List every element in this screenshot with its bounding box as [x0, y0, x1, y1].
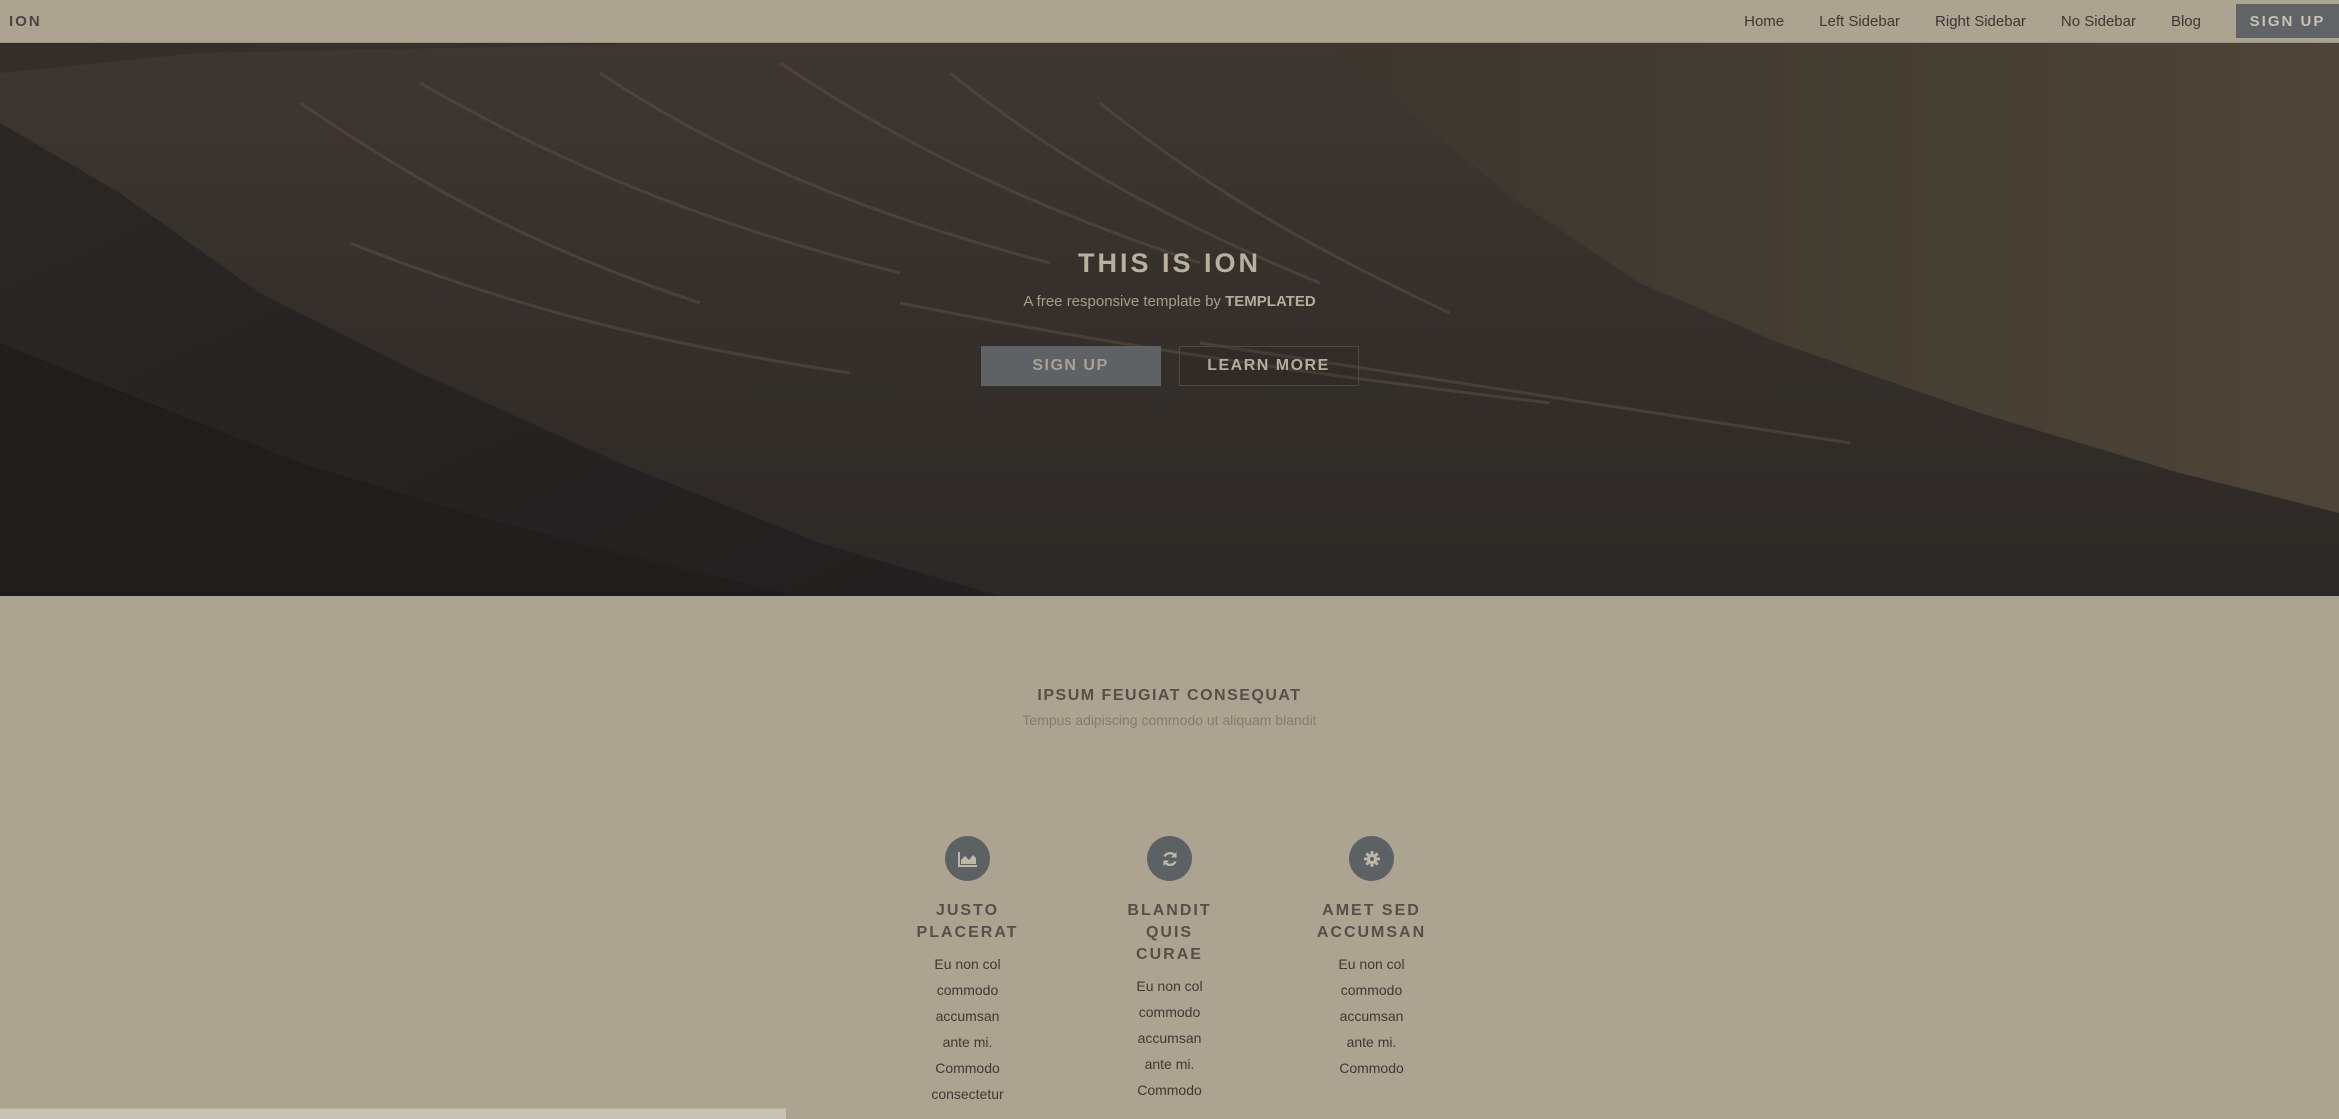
feature-text: Eu non col commodo accumsan ante mi. Com…	[931, 956, 1004, 1102]
main-nav: Home Left Sidebar Right Sidebar No Sideb…	[1744, 0, 2339, 42]
nav-right-sidebar[interactable]: Right Sidebar	[1935, 13, 2026, 30]
feature-title: JUSTO PLACERAT	[916, 902, 1019, 941]
feature-item: JUSTO PLACERAT Eu non col commodo accums…	[867, 836, 1069, 1107]
hero-subtitle-text: A free responsive template by	[1023, 293, 1226, 310]
section-title: IPSUM FEUGIAT CONSEQUAT	[1037, 687, 1302, 704]
refresh-icon	[1147, 836, 1192, 881]
hero-content: THIS IS ION A free responsive template b…	[0, 43, 2339, 596]
section-subtitle: Tempus adipiscing commodo ut aliquam bla…	[1022, 712, 1317, 728]
nav-home[interactable]: Home	[1744, 13, 1784, 30]
features-section-header: IPSUM FEUGIAT CONSEQUAT Tempus adipiscin…	[0, 687, 2339, 728]
hero-banner: THIS IS ION A free responsive template b…	[0, 43, 2339, 596]
feature-text: Eu non col commodo accumsan ante mi. Com…	[1338, 956, 1405, 1076]
nav-left-sidebar[interactable]: Left Sidebar	[1819, 13, 1900, 30]
hero-signup-button[interactable]: SIGN UP	[980, 346, 1161, 386]
hero-subtitle-brand: TEMPLATED	[1225, 293, 1316, 310]
hero-subtitle: A free responsive template by TEMPLATED	[0, 293, 2339, 310]
features-row: JUSTO PLACERAT Eu non col commodo accums…	[0, 836, 2339, 1107]
gear-icon	[1349, 836, 1394, 881]
feature-item: BLANDIT QUIS CURAE Eu non col commodo ac…	[1069, 836, 1271, 1107]
browser-status-bar	[0, 1108, 786, 1119]
feature-title: AMET SED ACCUMSAN	[1316, 902, 1427, 941]
page: ION Home Left Sidebar Right Sidebar No S…	[0, 0, 2339, 1119]
hero-actions: SIGN UP LEARN MORE	[0, 346, 2339, 386]
area-chart-icon	[945, 836, 990, 881]
nav-signup-button[interactable]: SIGN UP	[2236, 4, 2339, 38]
top-navigation-bar: ION Home Left Sidebar Right Sidebar No S…	[0, 0, 2339, 43]
hero-learn-more-button[interactable]: LEARN MORE	[1178, 346, 1359, 386]
nav-blog[interactable]: Blog	[2171, 13, 2201, 30]
nav-no-sidebar[interactable]: No Sidebar	[2061, 13, 2136, 30]
feature-title: BLANDIT QUIS CURAE	[1127, 902, 1212, 963]
hero-title: THIS IS ION	[1077, 248, 1262, 278]
site-logo[interactable]: ION	[9, 13, 42, 30]
feature-text: Eu non col commodo accumsan ante mi. Com…	[1136, 978, 1203, 1098]
feature-item: AMET SED ACCUMSAN Eu non col commodo acc…	[1271, 836, 1473, 1107]
